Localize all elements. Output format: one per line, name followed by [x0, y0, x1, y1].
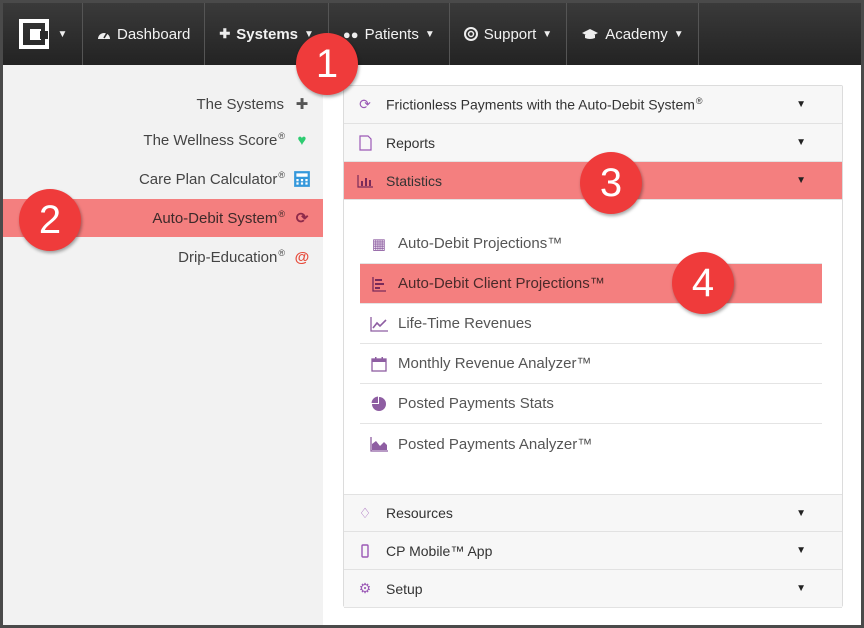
list-item-life-time-revenues[interactable]: Life-Time Revenues — [360, 304, 822, 344]
callout-badge-3: 3 — [580, 152, 642, 214]
chevron-down-icon: ▼ — [796, 99, 806, 110]
list-item-label: Posted Payments Analyzer™ — [398, 435, 593, 453]
bar-chart-icon — [357, 174, 373, 188]
list-item-label: Auto-Debit Client Projections™ — [398, 275, 605, 292]
chevron-down-icon: ▼ — [673, 28, 684, 40]
app-frame: ▼ Dashboard ✚ Systems ▼ ●● Patients ▼ Su… — [0, 0, 864, 628]
nav-support-label: Support — [483, 25, 537, 43]
line-chart-icon — [370, 316, 388, 332]
diamond-icon: ♢ — [358, 504, 372, 521]
nav-systems-label: Systems — [236, 25, 299, 43]
chevron-down-icon: ▼ — [796, 545, 806, 556]
puzzle-icon: ✚ — [295, 96, 309, 113]
sidebar-item-label: Drip-Education® — [178, 248, 285, 266]
section-label: Resources — [386, 505, 453, 521]
logo-icon — [18, 19, 49, 49]
section-label: Setup — [386, 580, 423, 597]
heartbeat-icon: ♥ — [297, 131, 307, 149]
file-icon — [359, 134, 372, 151]
sidebar-item-label: Care Plan Calculator® — [138, 170, 285, 188]
statistics-list: ▦ Auto-Debit Projections™ Auto-Debit Cli… — [360, 224, 822, 464]
chevron-down-icon: ▼ — [796, 583, 806, 594]
section-cp-mobile-app[interactable]: CP Mobile™ App ▼ — [344, 532, 842, 570]
chevron-down-icon: ▼ — [424, 28, 435, 40]
chevron-down-icon: ▼ — [796, 508, 806, 519]
sidebar-item-care-plan-calculator[interactable]: Care Plan Calculator® — [139, 160, 311, 198]
nav-support[interactable]: Support ▼ — [450, 3, 568, 65]
mobile-icon — [361, 543, 369, 558]
section-label: Reports — [386, 134, 436, 151]
brand-menu[interactable]: ▼ — [3, 3, 83, 65]
chevron-down-icon: ▼ — [796, 175, 806, 186]
sidebar-item-label: The Wellness Score® — [143, 131, 285, 149]
graduation-cap-icon — [582, 29, 599, 39]
nav-academy-label: Academy — [605, 25, 668, 43]
lifebuoy-icon — [463, 27, 478, 41]
puzzle-icon: ✚ — [219, 26, 231, 41]
chevron-down-icon: ▼ — [57, 28, 68, 40]
top-navbar: ▼ Dashboard ✚ Systems ▼ ●● Patients ▼ Su… — [3, 3, 861, 65]
section-resources[interactable]: ♢ Resources ▼ — [344, 494, 842, 532]
sidebar-item-wellness-score[interactable]: The Wellness Score® ♥ — [143, 121, 311, 159]
sidebar-item-the-systems[interactable]: The Systems ✚ — [196, 85, 311, 123]
pie-chart-icon — [371, 396, 386, 411]
cogs-icon: ⚙ — [358, 580, 372, 596]
section-label: Frictionless Payments with the Auto-Debi… — [386, 96, 703, 113]
refresh-icon: ⟳ — [295, 210, 309, 227]
calculator-icon — [294, 171, 310, 187]
calendar-icon: ▦ — [371, 235, 387, 253]
chevron-down-icon: ▼ — [542, 28, 553, 40]
sidebar-item-label: The Systems — [196, 96, 284, 113]
sidebar-item-label: Auto-Debit System® — [152, 209, 285, 227]
at-icon: @ — [294, 248, 310, 266]
list-item-monthly-revenue-analyzer[interactable]: Monthly Revenue Analyzer™ — [360, 344, 822, 384]
section-frictionless-payments[interactable]: ⟳ Frictionless Payments with the Auto-De… — [344, 86, 842, 124]
list-item-posted-payments-analyzer[interactable]: Posted Payments Analyzer™ — [360, 424, 822, 464]
callout-badge-4: 4 — [672, 252, 734, 314]
section-label: CP Mobile™ App — [386, 542, 493, 559]
callout-badge-2: 2 — [19, 189, 81, 251]
sidebar: The Systems ✚ The Wellness Score® ♥ Care… — [3, 65, 323, 625]
dashboard-icon — [98, 32, 110, 39]
refresh-icon: ⟳ — [359, 96, 371, 112]
nav-dashboard-label: Dashboard — [117, 25, 191, 43]
callout-badge-1: 1 — [296, 33, 358, 95]
nav-dashboard[interactable]: Dashboard — [83, 3, 206, 65]
list-item-auto-debit-client-projections[interactable]: Auto-Debit Client Projections™ — [360, 264, 822, 304]
area-chart-icon — [370, 437, 388, 452]
chevron-down-icon: ▼ — [796, 137, 806, 148]
section-label: Statistics — [386, 172, 443, 189]
list-item-auto-debit-projections[interactable]: ▦ Auto-Debit Projections™ — [360, 224, 822, 264]
list-item-label: Posted Payments Stats — [398, 395, 554, 412]
nav-academy[interactable]: Academy ▼ — [567, 3, 699, 65]
calendar-empty-icon — [371, 356, 387, 372]
list-chart-icon — [372, 276, 386, 292]
list-item-posted-payments-stats[interactable]: Posted Payments Stats — [360, 384, 822, 424]
section-setup[interactable]: ⚙ Setup ▼ — [344, 570, 842, 608]
list-item-label: Monthly Revenue Analyzer™ — [398, 355, 592, 372]
nav-patients-label: Patients — [364, 25, 419, 43]
list-item-label: Life-Time Revenues — [398, 315, 532, 332]
sidebar-item-drip-education[interactable]: Drip-Education® @ — [178, 238, 311, 276]
list-item-label: Auto-Debit Projections™ — [398, 235, 563, 252]
